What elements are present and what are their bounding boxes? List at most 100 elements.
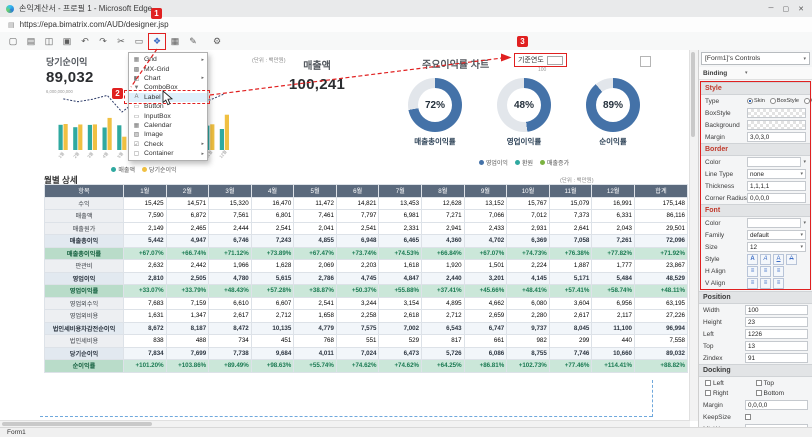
boxstyle-row: BoxStyle [701,107,810,119]
step-1-badge: 1 [151,8,162,19]
style-margin-input[interactable]: 3,0,3,0 [747,132,806,142]
open-folder-icon[interactable]: ▤ [24,35,38,48]
valign-top-button[interactable]: ≡ [747,278,758,289]
column-header: 4월 [251,185,294,198]
column-header: 10월 [507,185,550,198]
top-input[interactable]: 13 [745,341,808,351]
maximize-button[interactable]: ▢ [783,5,790,13]
valign-middle-button[interactable]: ≡ [760,278,771,289]
width-input[interactable]: 100 [745,305,808,315]
align-left-button[interactable]: ≡ [747,266,758,277]
edit-pencil-icon[interactable]: ✎ [186,35,200,48]
save-icon[interactable]: ◫ [42,35,56,48]
corner-radius-row: Corner Radius 0,0,0,0 [701,192,810,204]
italic-button[interactable]: A [760,254,771,265]
boxstyle-swatch[interactable] [747,108,806,118]
controls-selector[interactable]: [Form1]'s Controls ▾ [701,52,810,65]
line-type-select[interactable]: none▾ [747,169,806,179]
menu-item-container[interactable]: ▢Container▸ [129,149,207,158]
form-tab[interactable]: Form1 [7,429,26,436]
table-row: 영업이익2,8102,5054,7805,6152,7864,7454,8472… [45,272,688,285]
submenu-arrow-icon: ▸ [198,151,204,157]
section-header-font[interactable]: Font [701,204,810,217]
corner-radius-input[interactable]: 0,0,0,0 [747,193,806,203]
type-radio-custom[interactable]: Custom [804,98,812,104]
underline-button[interactable]: A [773,254,784,265]
menu-item-check[interactable]: ☑Check▸ [129,140,207,149]
strikethrough-button[interactable]: A [786,254,797,265]
docking-margin-input[interactable]: 0,0,0,0 [745,400,808,410]
thickness-row: Thickness 1,1,1,1 [701,180,810,192]
section-header-style[interactable]: Style [701,82,810,95]
height-row: Height23 [699,316,812,328]
profit-legend: 영업이익환원매출증가 [388,158,660,167]
vertical-scrollbar-thumb[interactable] [691,52,695,137]
layout-grid-icon[interactable]: ▦ [168,35,182,48]
close-button[interactable]: ✕ [798,5,804,13]
settings-gear-icon[interactable]: ⚙ [210,35,224,48]
bold-button[interactable]: A [747,254,758,265]
dock-right-checkbox[interactable]: Right [705,388,756,398]
label-highlight-outline [124,90,210,104]
edge-icon [6,5,14,13]
zindex-input[interactable]: 91 [745,353,808,363]
checkbox-icon [756,390,762,396]
dock-left-checkbox[interactable]: Left [705,378,756,388]
height-input[interactable]: 23 [745,317,808,327]
menu-item-calendar[interactable]: ▦Calendar [129,121,207,130]
keepsize-checkbox[interactable] [745,414,751,420]
horizontal-scrollbar-thumb[interactable] [2,422,152,426]
url-bar[interactable]: ▤ https://epa.bimatrix.com/AUD/designer.… [0,17,812,33]
inputbox-icon: ▭ [132,113,141,120]
type-radio-skin[interactable]: Skin [747,98,765,104]
undo-icon[interactable]: ↶ [78,35,92,48]
menu-item-image[interactable]: ▨Image [129,130,207,139]
base-year-label[interactable]: 기준연도 [514,53,567,67]
cut-icon[interactable]: ✂ [114,35,128,48]
menu-item-mx-grid[interactable]: ▩MX-Grid [129,64,207,73]
table-row: 판관비2,6322,4421,9661,6282,0692,2031,6181,… [45,260,688,273]
vertical-scrollbar[interactable] [689,50,698,421]
align-center-button[interactable]: ≡ [760,266,771,277]
profit-panel-title: 주요이익률 차트 [422,56,489,71]
font-family-select[interactable]: default▾ [747,230,806,240]
designer-canvas[interactable]: 당기순이익 89,032 6,000,000,000 1월2월3월4월5월6월7… [0,50,698,428]
font-size-select[interactable]: 12▾ [747,242,806,252]
docking-checkboxes: LeftTopRightBottom [699,377,812,399]
chart-icon: ◧ [132,75,141,82]
border-color-swatch[interactable] [747,157,801,167]
dock-bottom-checkbox[interactable]: Bottom [756,388,807,398]
menu-item-chart[interactable]: ◧Chart▸ [129,74,207,83]
thickness-input[interactable]: 1,1,1,1 [747,181,806,191]
background-swatch[interactable] [747,120,806,130]
redo-icon[interactable]: ↷ [96,35,110,48]
panel-options-box[interactable] [640,56,651,67]
section-header-position[interactable]: Position [699,291,812,304]
donut-chart: 89%순이익률 [570,78,656,147]
dock-top-checkbox[interactable]: Top [756,378,807,388]
checkbox-icon [705,380,711,386]
preview-monitor-icon[interactable]: ▭ [132,35,146,48]
menu-item-label: Button [144,103,198,110]
font-color-swatch[interactable] [747,218,801,228]
print-icon[interactable]: ▣ [60,35,74,48]
align-right-button[interactable]: ≡ [773,266,784,277]
border-color-row: Color ▾ [701,156,810,168]
section-header-border[interactable]: Border [701,143,810,156]
grid-icon: ▦ [132,56,141,63]
binding-row[interactable]: Binding ▾ [699,67,812,80]
type-radio-boxstyle[interactable]: BoxStyle [770,98,799,104]
insert-component-icon[interactable]: ❖ [150,35,164,48]
left-input[interactable]: 1226 [745,329,808,339]
submenu-arrow-icon: ▸ [198,57,204,63]
year-input[interactable] [547,56,563,65]
menu-item-grid[interactable]: ▦Grid▸ [129,55,207,64]
section-header-docking[interactable]: Docking [699,364,812,377]
legend-dot [111,167,116,172]
valign-bottom-button[interactable]: ≡ [773,278,784,289]
column-header: 11월 [549,185,592,198]
new-document-icon[interactable]: ▢ [6,35,20,48]
minimize-button[interactable]: ─ [769,5,774,13]
menu-item-inputbox[interactable]: ▭InputBox [129,111,207,120]
keepsize-row: KeepSize [699,411,812,423]
